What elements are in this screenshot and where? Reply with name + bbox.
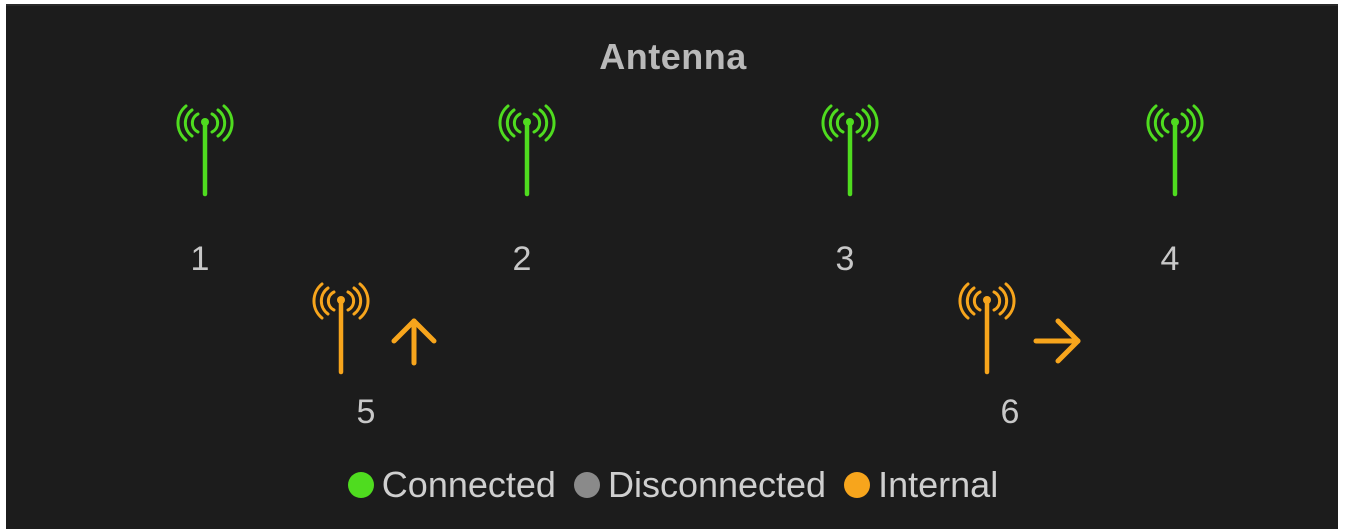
page-title: Antenna bbox=[599, 36, 747, 77]
antenna-3-icon bbox=[815, 102, 885, 202]
arrow-up-icon bbox=[386, 313, 442, 369]
legend-item-internal: Internal bbox=[844, 464, 998, 506]
legend: Connected Disconnected Internal bbox=[0, 464, 1346, 507]
antenna-4-label: 4 bbox=[1160, 240, 1180, 278]
antenna-3-label: 3 bbox=[835, 240, 855, 278]
arrow-right-icon bbox=[1030, 313, 1086, 369]
antenna-5-icon bbox=[306, 280, 376, 380]
legend-item-disconnected: Disconnected bbox=[573, 464, 827, 506]
antenna-4-icon bbox=[1140, 102, 1210, 202]
antenna-2-icon bbox=[492, 102, 562, 202]
antenna-1-label: 1 bbox=[190, 240, 210, 278]
connected-dot-icon bbox=[347, 472, 374, 498]
legend-item-connected: Connected bbox=[347, 464, 556, 506]
antenna-6-label: 6 bbox=[1000, 393, 1020, 431]
legend-label-disconnected: Disconnected bbox=[607, 464, 827, 505]
antenna-2-label: 2 bbox=[512, 240, 532, 278]
disconnected-dot-icon bbox=[573, 472, 600, 498]
internal-dot-icon bbox=[844, 472, 871, 498]
antenna-1-icon bbox=[170, 102, 240, 202]
antenna-5-label: 5 bbox=[356, 393, 376, 431]
legend-label-internal: Internal bbox=[878, 464, 999, 505]
legend-label-connected: Connected bbox=[381, 464, 556, 505]
antenna-6-icon bbox=[952, 280, 1022, 380]
